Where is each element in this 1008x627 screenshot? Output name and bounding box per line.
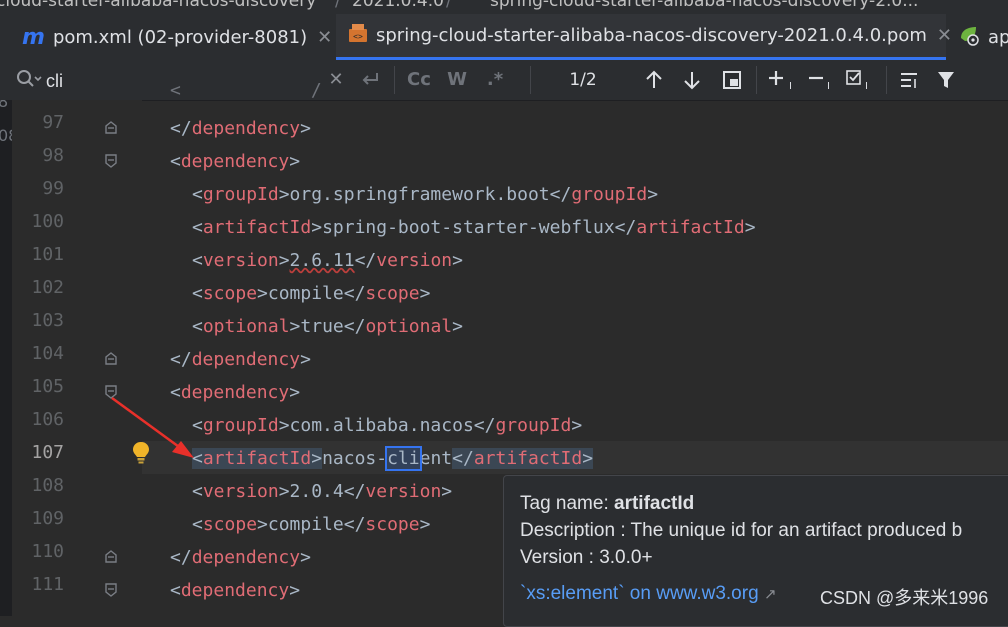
tooltip-description: Description : The unique id for an artif… [520, 520, 963, 541]
external-link-icon: ↗ [763, 586, 777, 603]
tooltip-version: Version : 3.0.0+ [520, 547, 653, 568]
watermark: CSDN @多来米1996 [820, 588, 989, 608]
tooltip-tag-name: Tag name: artifactId [520, 493, 695, 514]
tooltip-external-link[interactable]: `xs:element` on www.w3.org ↗ [520, 583, 777, 605]
